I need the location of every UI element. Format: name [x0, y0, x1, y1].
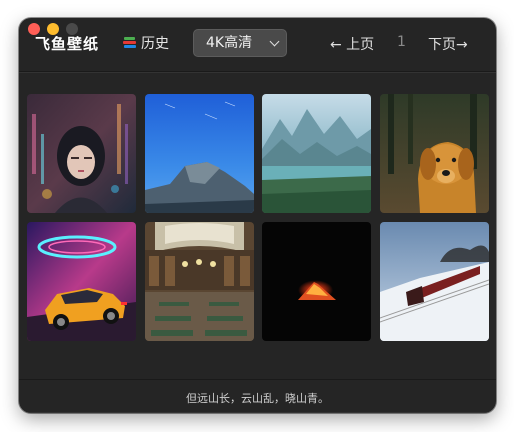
footer-quote: 但远山长，云山乱，晓山青。: [186, 392, 329, 405]
wallpaper-thumb-half-dome[interactable]: [145, 94, 254, 213]
wallpaper-thumb-cyberpunk-girl[interactable]: [27, 94, 136, 213]
wallpaper-thumb-library[interactable]: [145, 222, 254, 341]
books-icon: [123, 37, 136, 49]
quality-selected-value: 4K高清: [206, 35, 253, 51]
toolbar: 飞鱼壁纸 历史 4K高清 ← 上页 1 下页→: [19, 18, 496, 72]
wallpaper-thumb-steam-train[interactable]: [380, 222, 489, 341]
prev-page-button[interactable]: ← 上页: [330, 34, 374, 54]
history-label: 历史: [141, 36, 169, 52]
chevron-down-icon: [269, 36, 280, 47]
wallpaper-thumb-golden-retriever[interactable]: [380, 94, 489, 213]
page-number: 1: [397, 34, 406, 50]
footer: 但远山长，云山乱，晓山青。: [19, 379, 496, 413]
history-button[interactable]: 历史: [123, 33, 169, 53]
next-page-button[interactable]: 下页→: [428, 34, 468, 54]
quality-select[interactable]: 4K高清: [193, 29, 287, 57]
app-title: 飞鱼壁纸: [35, 35, 100, 53]
wallpaper-thumb-mountain-lake[interactable]: [262, 94, 371, 213]
wallpaper-thumb-sports-car[interactable]: [27, 222, 136, 341]
app-window: 飞鱼壁纸 历史 4K高清 ← 上页 1 下页→ 但远山长，云山乱，晓山青。: [19, 18, 496, 413]
wallpaper-thumb-volcano[interactable]: [262, 222, 371, 341]
